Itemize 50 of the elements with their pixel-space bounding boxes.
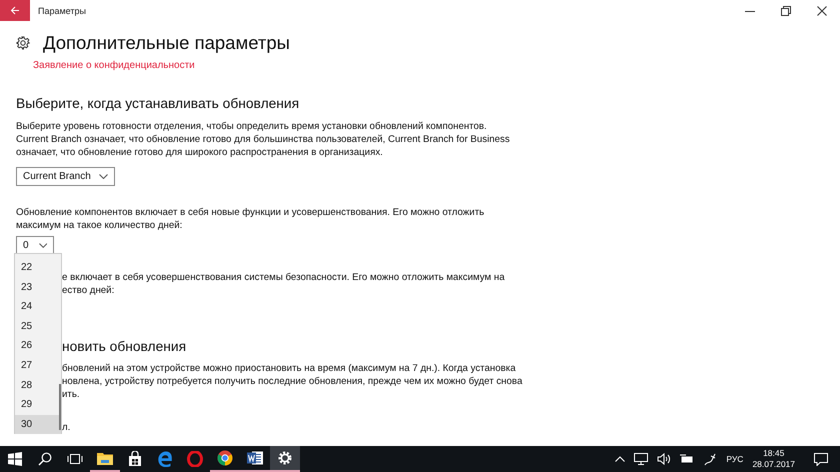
chevron-up-icon[interactable] [615, 456, 626, 462]
chevron-down-icon [98, 174, 108, 179]
chevron-down-icon [38, 242, 47, 248]
edge-logo-icon [157, 451, 173, 467]
chrome-logo-icon [217, 450, 233, 466]
back-arrow-icon [10, 6, 20, 14]
restore-icon [781, 6, 791, 16]
language-indicator[interactable]: РУС [726, 454, 744, 464]
description-text: ество дней: [62, 284, 116, 297]
search-icon [38, 452, 52, 466]
scrollbar[interactable] [59, 384, 61, 430]
privacy-link[interactable]: Заявление о конфиденциальности [33, 60, 195, 71]
list-option[interactable]: 27 [15, 356, 61, 376]
description-text: ить. [62, 388, 81, 401]
page-title: Дополнительные параметры [43, 32, 290, 54]
close-icon [817, 6, 827, 16]
shopping-bag-icon [128, 451, 142, 467]
folder-icon [97, 451, 113, 465]
dropdown[interactable]: Current Branch [16, 167, 115, 186]
description-text: Обновление компонентов включает в себя новые функции и усовершенствования. Его можно отложить максимум на такое количество дней: [16, 206, 486, 232]
description-text: бновлений на этом устройстве можно приостановить на время (максимум на 7 дн.). Когда установка [62, 362, 517, 375]
list-option[interactable]: 28 [15, 376, 61, 396]
description-text: новлена, устройству потребуется получить последние обновления, прежде чем их можно будет снова [62, 375, 524, 388]
description-text: л. [62, 421, 72, 434]
task-view-icon [67, 453, 83, 465]
back-button[interactable] [0, 0, 30, 21]
description-text: Выберите уровень готовности отделения, чтобы определить время установки обновлений компонентов. Current Branch означает, что обновление готово для большинства пользователей, Current Branch for Business означает, что обновление готово для широкого распространения в организациях. [16, 120, 511, 159]
list-option[interactable]: 24 [15, 297, 61, 317]
section-heading: новить обновления [62, 339, 188, 354]
taskbar-button[interactable] [270, 446, 300, 472]
dropdown[interactable]: 0 [16, 236, 54, 254]
gear-icon [16, 36, 30, 50]
network-icon[interactable] [634, 453, 648, 465]
word-logo-icon [247, 450, 263, 466]
list-option[interactable]: 23 [15, 278, 61, 298]
section-heading: Выберите, когда устанавливать обновления [16, 96, 300, 111]
volume-icon[interactable] [657, 453, 672, 465]
clock-time[interactable]: 18:45 [763, 448, 784, 459]
clock-date[interactable]: 28.07.2017 [752, 459, 795, 470]
opera-logo-icon [187, 451, 203, 467]
notification-icon[interactable] [814, 452, 828, 466]
window-title: Параметры [38, 6, 86, 16]
start-icon [8, 452, 22, 466]
list-option[interactable]: 30 [15, 414, 61, 434]
list-option[interactable]: 25 [15, 316, 61, 336]
list-option[interactable]: 26 [15, 336, 61, 356]
list-option[interactable]: 29 [15, 395, 61, 415]
description-text: е включает в себя усовершенствования системы безопасности. Его можно отложить максимум на [62, 271, 506, 284]
gear-icon [278, 451, 292, 465]
list-option[interactable]: 22 [15, 258, 61, 278]
